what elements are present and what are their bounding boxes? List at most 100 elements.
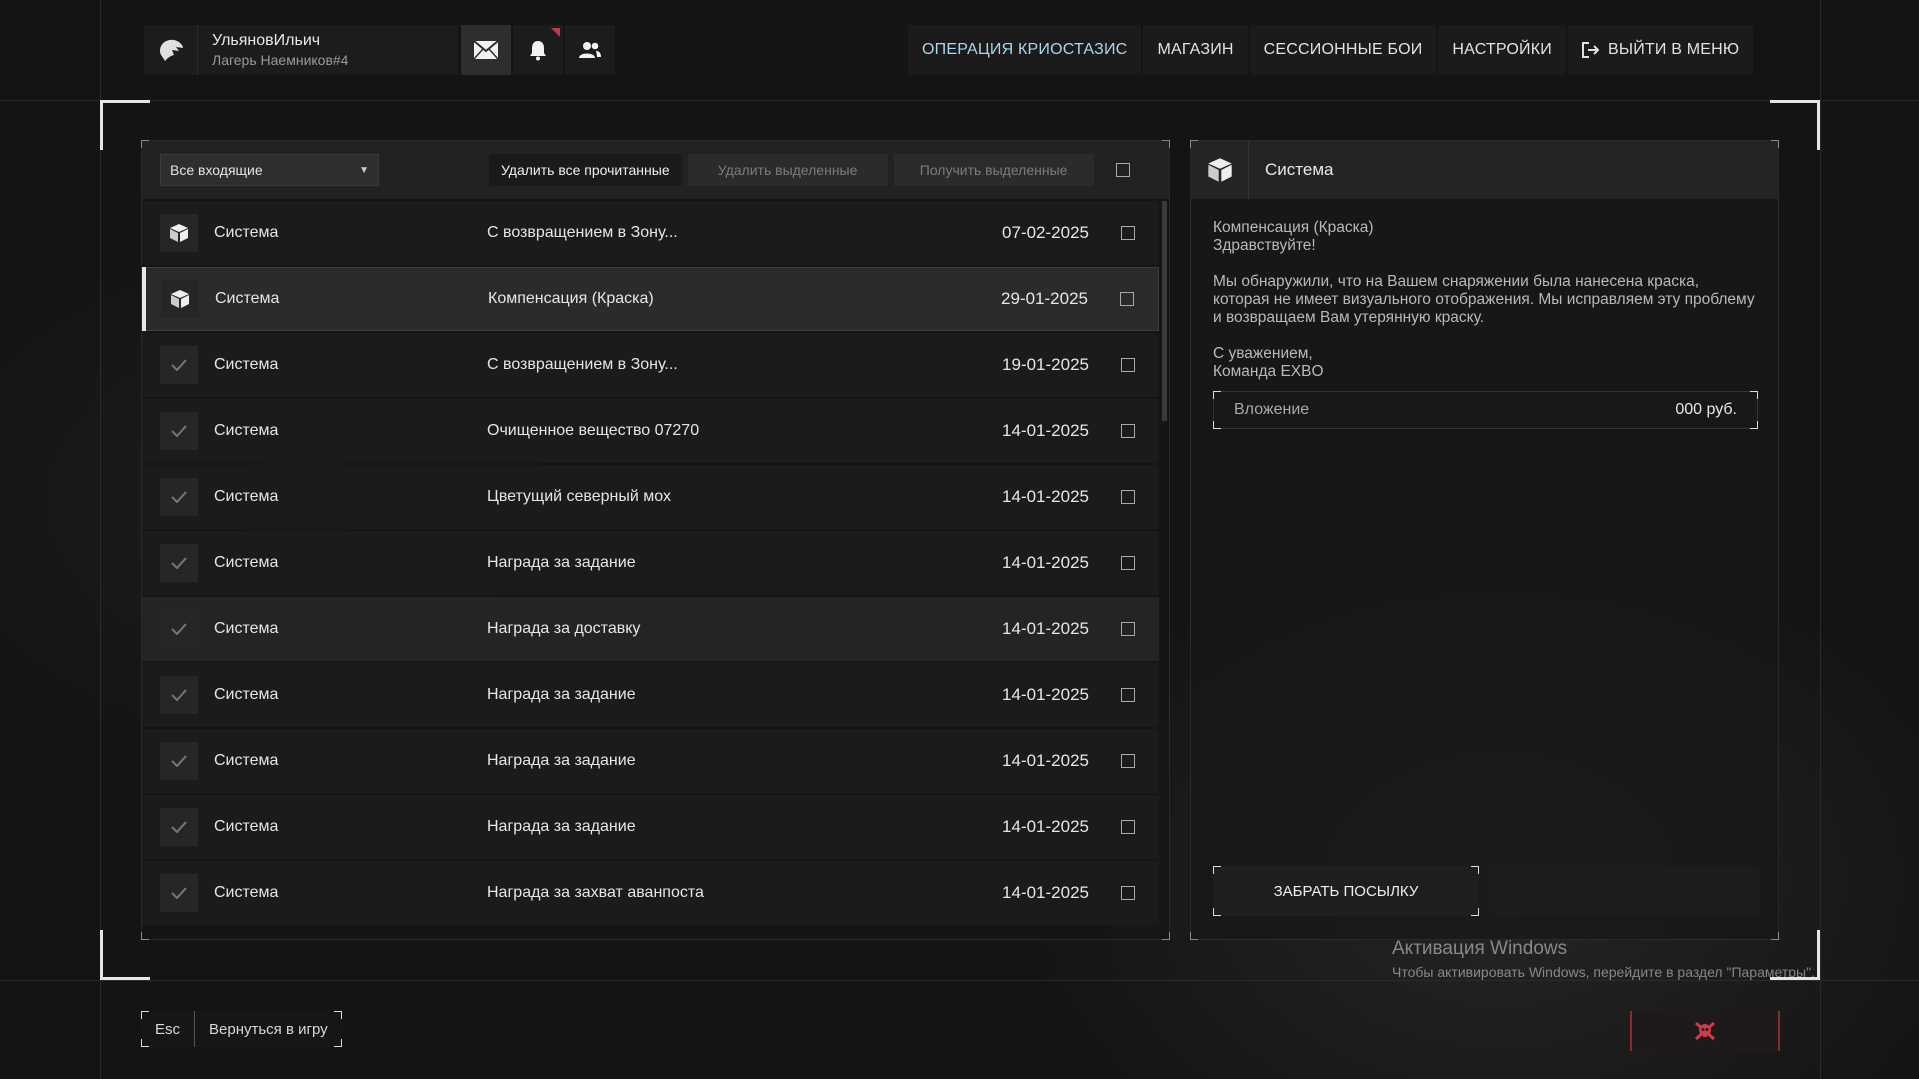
notifications-button[interactable] — [513, 25, 563, 75]
detail-header: Система — [1191, 141, 1778, 199]
delete-read-button[interactable]: Удалить все прочитанные — [489, 154, 682, 186]
message-row[interactable]: Система Награда за задание 14-01-2025 — [142, 795, 1159, 859]
frame-line — [0, 100, 1919, 101]
message-date: 07-02-2025 — [1002, 223, 1089, 242]
message-checkbox[interactable] — [1121, 688, 1135, 702]
claim-package-button[interactable]: ЗАБРАТЬ ПОСЫЛКУ — [1213, 866, 1479, 916]
message-sender: Система — [214, 554, 279, 571]
inbox-filter-select[interactable]: Все входящие ▼ — [160, 154, 379, 186]
esc-key-label: Esc — [141, 1011, 196, 1047]
frame-line — [100, 0, 101, 1079]
attachment-value: 000 руб. — [1675, 401, 1737, 418]
message-list-scrollbar[interactable] — [1162, 201, 1167, 421]
message-date: 29-01-2025 — [1001, 289, 1088, 308]
nav-exit-menu[interactable]: ВЫЙТИ В МЕНЮ — [1567, 25, 1754, 75]
message-sender: Система — [214, 356, 279, 373]
nav-exit-label: ВЫЙТИ В МЕНЮ — [1607, 41, 1740, 58]
notification-badge — [551, 28, 560, 37]
message-row[interactable]: Система Награда за доставку 14-01-2025 — [142, 597, 1159, 661]
message-checkbox[interactable] — [1120, 292, 1134, 306]
main-nav: ОПЕРАЦИЯ КРИОСТАЗИС МАГАЗИН СЕССИОННЫЕ Б… — [908, 25, 1754, 75]
bell-icon — [530, 41, 546, 61]
message-row[interactable]: Система Награда за задание 14-01-2025 — [142, 729, 1159, 793]
check-icon — [160, 544, 198, 582]
message-date: 14-01-2025 — [1002, 817, 1089, 836]
message-date: 14-01-2025 — [1002, 619, 1089, 638]
message-checkbox[interactable] — [1121, 358, 1135, 372]
check-icon — [160, 346, 198, 384]
message-sender: Система — [215, 290, 280, 307]
check-icon — [160, 676, 198, 714]
back-to-game-button[interactable]: Esc Вернуться в игру — [141, 1011, 342, 1047]
letter-sign: С уважением, — [1213, 345, 1313, 362]
check-icon — [160, 742, 198, 780]
message-subject: Награда за задание — [487, 752, 636, 769]
message-subject: Награда за захват аванпоста — [487, 884, 704, 901]
message-list: Система С возвращением в Зону... 07-02-2… — [142, 201, 1159, 927]
package-icon — [1191, 141, 1249, 199]
letter-body: Компенсация (Краска) Здравствуйте! Мы об… — [1191, 199, 1778, 381]
message-row[interactable]: Система Награда за задание 14-01-2025 — [142, 531, 1159, 595]
nav-shop[interactable]: МАГАЗИН — [1143, 25, 1248, 75]
message-row[interactable]: Система Награда за захват аванпоста 14-0… — [142, 861, 1159, 925]
message-sender: Система — [214, 620, 279, 637]
profile-card[interactable]: УльяновИльич Лагерь Наемников#4 — [144, 25, 458, 75]
message-sender: Система — [214, 752, 279, 769]
nav-operation[interactable]: ОПЕРАЦИЯ КРИОСТАЗИС — [908, 25, 1142, 75]
mail-button[interactable] — [461, 25, 511, 75]
message-checkbox[interactable] — [1121, 490, 1135, 504]
message-subject: Награда за задание — [487, 554, 636, 571]
attachment-box: Вложение 000 руб. — [1213, 391, 1758, 429]
player-tag: Лагерь Наемников#4 — [212, 52, 349, 68]
message-row[interactable]: Система Очищенное вещество 07270 14-01-2… — [142, 399, 1159, 463]
package-icon — [161, 280, 199, 318]
logout-icon — [1581, 42, 1600, 58]
windows-activation-title: Активация Windows — [1392, 938, 1568, 959]
message-detail-panel: Система Компенсация (Краска) Здравствуйт… — [1190, 140, 1779, 940]
message-date: 14-01-2025 — [1002, 751, 1089, 770]
get-selected-button[interactable]: Получить выделенные — [893, 154, 1094, 186]
message-subject: Компенсация (Краска) — [488, 290, 654, 307]
faction-logo-icon — [144, 25, 198, 75]
message-checkbox[interactable] — [1121, 754, 1135, 768]
message-sender: Система — [214, 818, 279, 835]
message-row[interactable]: Система С возвращением в Зону... 07-02-2… — [142, 201, 1159, 265]
message-row[interactable]: Система С возвращением в Зону... 19-01-2… — [142, 333, 1159, 397]
message-checkbox[interactable] — [1121, 622, 1135, 636]
frame-line — [0, 980, 1919, 981]
message-subject: С возвращением в Зону... — [487, 224, 678, 241]
delete-selected-button[interactable]: Удалить выделенные — [687, 154, 888, 186]
claim-package-label: ЗАБРАТЬ ПОСЫЛКУ — [1273, 882, 1419, 900]
select-all-checkbox[interactable] — [1115, 163, 1130, 177]
windows-activation-text: Чтобы активировать Windows, перейдите в … — [1392, 964, 1815, 980]
package-icon — [160, 214, 198, 252]
frame-line — [1820, 0, 1821, 1079]
message-checkbox[interactable] — [1121, 424, 1135, 438]
message-date: 19-01-2025 — [1002, 355, 1089, 374]
nav-settings[interactable]: НАСТРОЙКИ — [1438, 25, 1566, 75]
quit-game-button[interactable] — [1630, 1011, 1780, 1051]
attachment-label: Вложение — [1234, 401, 1310, 418]
message-checkbox[interactable] — [1121, 556, 1135, 570]
message-date: 14-01-2025 — [1002, 883, 1089, 902]
detail-sender: Система — [1265, 160, 1334, 179]
message-subject: С возвращением в Зону... — [487, 356, 678, 373]
check-icon — [160, 610, 198, 648]
letter-text: Мы обнаружили, что на Вашем снаряжении б… — [1213, 273, 1755, 326]
message-subject: Очищенное вещество 07270 — [487, 422, 700, 439]
message-checkbox[interactable] — [1121, 226, 1135, 240]
message-row[interactable]: Система Цветущий северный мох 14-01-2025 — [142, 465, 1159, 529]
nav-session-battles[interactable]: СЕССИОННЫЕ БОИ — [1249, 25, 1437, 75]
message-checkbox[interactable] — [1121, 886, 1135, 900]
message-sender: Система — [214, 884, 279, 901]
inbox-toolbar: Все входящие ▼ Удалить все прочитанные У… — [142, 141, 1169, 199]
message-checkbox[interactable] — [1121, 820, 1135, 834]
back-to-game-label: Вернуться в игру — [209, 1020, 328, 1038]
friends-button[interactable] — [565, 25, 615, 75]
check-icon — [160, 478, 198, 516]
message-row[interactable]: Система Награда за задание 14-01-2025 — [142, 663, 1159, 727]
message-row[interactable]: Система Компенсация (Краска) 29-01-2025 — [142, 267, 1159, 331]
message-sender: Система — [214, 422, 279, 439]
envelope-icon — [473, 40, 499, 60]
users-icon — [579, 42, 601, 58]
